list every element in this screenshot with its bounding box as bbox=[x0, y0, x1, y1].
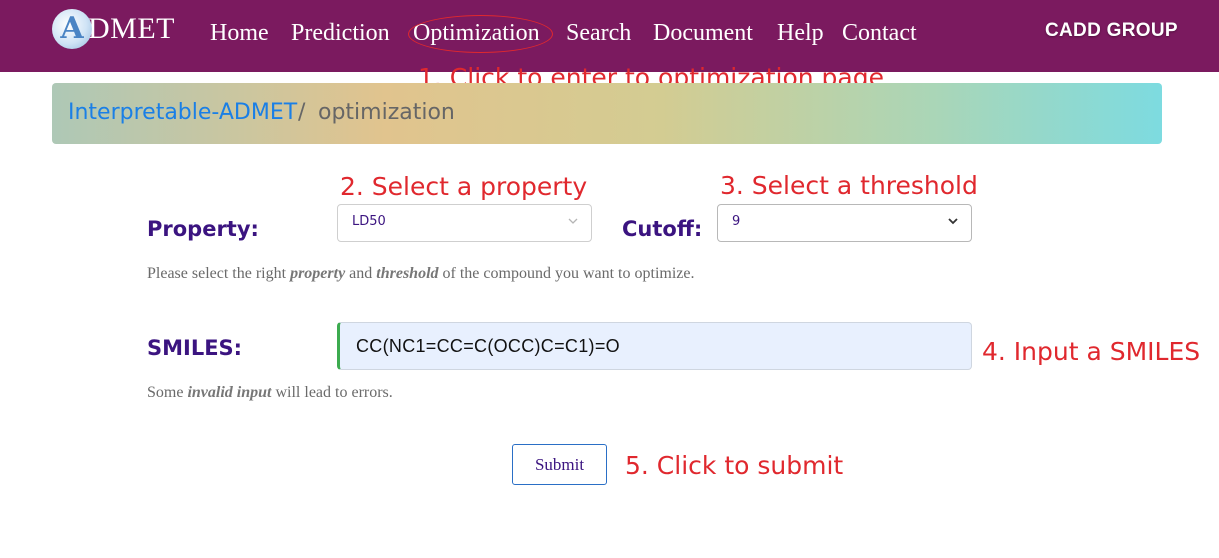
submit-button[interactable]: Submit bbox=[512, 444, 607, 485]
cutoff-select[interactable]: 9 bbox=[717, 204, 972, 242]
logo-text: DMET bbox=[88, 12, 175, 45]
cadd-group-brand[interactable]: CADD GROUP bbox=[1045, 20, 1178, 42]
property-label: Property: bbox=[147, 217, 259, 241]
property-select[interactable]: LD50 bbox=[337, 204, 592, 242]
breadcrumb-root-link[interactable]: Interpretable-ADMET bbox=[68, 100, 297, 125]
property-select-value: LD50 bbox=[352, 214, 386, 229]
help-em-property: property bbox=[290, 265, 346, 282]
nav-document[interactable]: Document bbox=[653, 14, 753, 52]
nav-home[interactable]: Home bbox=[210, 14, 269, 52]
annotation-step-4: 4. Input a SMILES bbox=[982, 337, 1201, 366]
nav-help[interactable]: Help bbox=[777, 14, 824, 52]
nav-optimization[interactable]: Optimization bbox=[413, 14, 540, 52]
top-navbar: A DMET Home Prediction Optimization Sear… bbox=[0, 0, 1219, 72]
help-em-threshold: threshold bbox=[376, 265, 439, 282]
nav-search[interactable]: Search bbox=[566, 14, 631, 52]
property-help-text: Please select the right property and thr… bbox=[147, 265, 695, 282]
chevron-down-icon bbox=[568, 218, 578, 224]
smiles-label: SMILES: bbox=[147, 336, 243, 360]
smiles-help-text: Some invalid input will lead to errors. bbox=[147, 384, 393, 401]
breadcrumb: Interpretable-ADMET / optimization bbox=[52, 83, 1162, 144]
logo-a-icon: A bbox=[52, 9, 92, 49]
cutoff-select-value: 9 bbox=[732, 214, 741, 229]
cutoff-label: Cutoff: bbox=[622, 217, 703, 241]
smiles-input[interactable]: CC(NC1=CC=C(OCC)C=C1)=O bbox=[337, 322, 972, 370]
breadcrumb-current: optimization bbox=[318, 100, 455, 125]
annotation-step-2: 2. Select a property bbox=[340, 172, 588, 201]
logo-letter: A bbox=[60, 11, 84, 46]
help-em-invalid-input: invalid input bbox=[187, 384, 272, 401]
nav-prediction[interactable]: Prediction bbox=[291, 14, 390, 52]
nav-contact[interactable]: Contact bbox=[842, 14, 917, 52]
breadcrumb-separator: / bbox=[298, 100, 306, 125]
annotation-step-3: 3. Select a threshold bbox=[720, 171, 978, 200]
admet-logo[interactable]: A DMET bbox=[52, 8, 175, 50]
smiles-input-value: CC(NC1=CC=C(OCC)C=C1)=O bbox=[356, 336, 620, 356]
annotation-step-5: 5. Click to submit bbox=[625, 451, 844, 480]
chevron-down-icon bbox=[948, 218, 958, 225]
